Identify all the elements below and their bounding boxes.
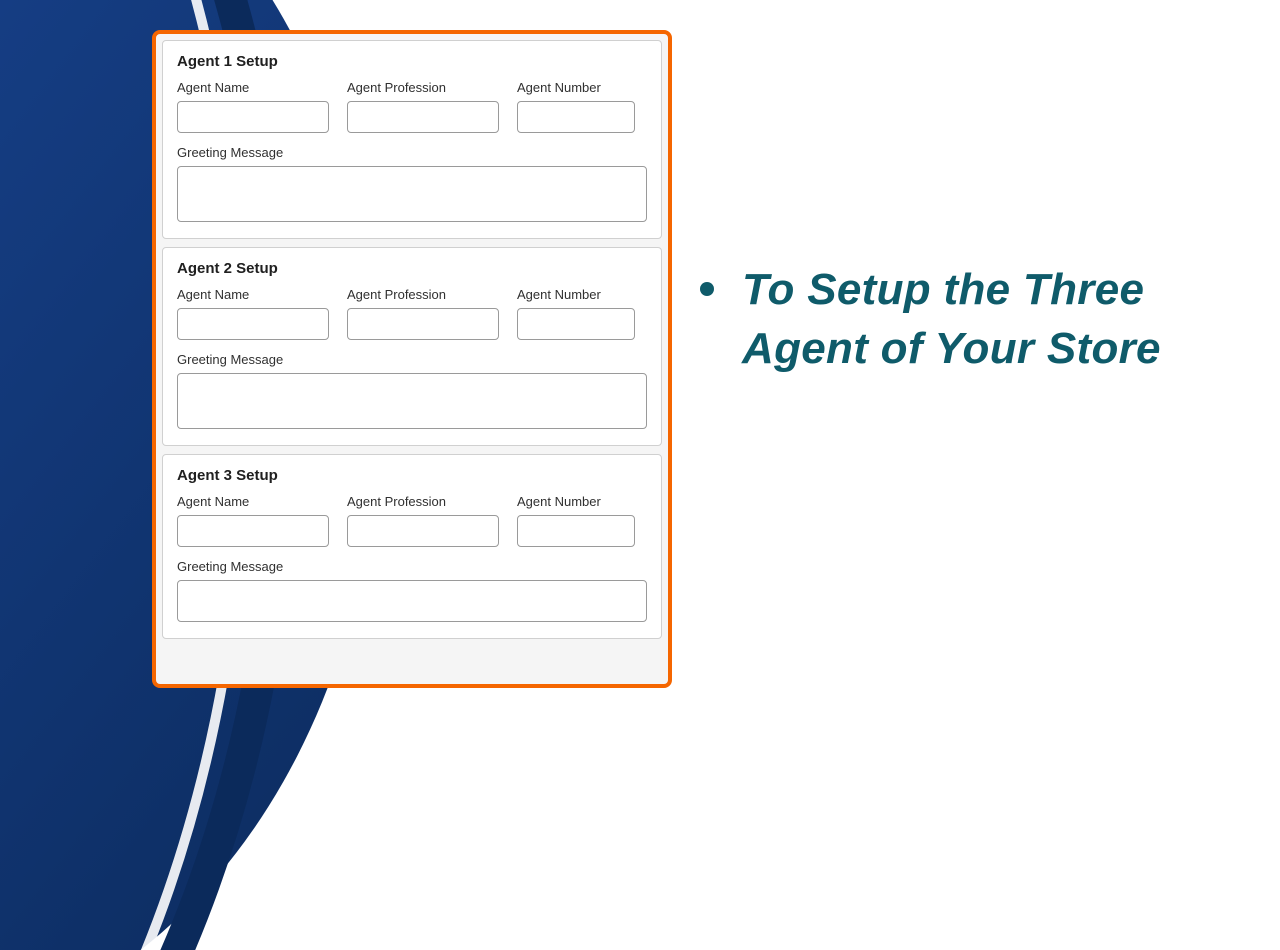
agent-1-greeting-label: Greeting Message — [177, 145, 647, 160]
agent-1-name-label: Agent Name — [177, 80, 329, 95]
agent-1-greeting-input[interactable] — [177, 166, 647, 222]
agent-1-title: Agent 1 Setup — [177, 53, 647, 70]
agent-3-card: Agent 3 Setup Agent Name Agent Professio… — [162, 454, 662, 639]
agent-2-name-input[interactable] — [177, 308, 329, 340]
agent-setup-panel: Agent 1 Setup Agent Name Agent Professio… — [152, 30, 672, 688]
agent-2-name-label: Agent Name — [177, 287, 329, 302]
side-bullet-text: To Setup the Three Agent of Your Store — [700, 260, 1270, 379]
agent-3-profession-input[interactable] — [347, 515, 499, 547]
agent-2-greeting-input[interactable] — [177, 373, 647, 429]
agent-3-profession-label: Agent Profession — [347, 494, 499, 509]
agent-1-card: Agent 1 Setup Agent Name Agent Professio… — [162, 40, 662, 239]
agent-1-profession-label: Agent Profession — [347, 80, 499, 95]
agent-1-number-input[interactable] — [517, 101, 635, 133]
side-headline: To Setup the Three Agent of Your Store — [700, 260, 1270, 379]
agent-1-number-label: Agent Number — [517, 80, 635, 95]
agent-2-profession-label: Agent Profession — [347, 287, 499, 302]
agent-3-greeting-label: Greeting Message — [177, 559, 647, 574]
agent-2-title: Agent 2 Setup — [177, 260, 647, 277]
agent-3-number-input[interactable] — [517, 515, 635, 547]
agent-2-profession-input[interactable] — [347, 308, 499, 340]
agent-1-profession-input[interactable] — [347, 101, 499, 133]
agent-2-number-input[interactable] — [517, 308, 635, 340]
agent-2-number-label: Agent Number — [517, 287, 635, 302]
agent-3-name-label: Agent Name — [177, 494, 329, 509]
agent-3-title: Agent 3 Setup — [177, 467, 647, 484]
agent-2-greeting-label: Greeting Message — [177, 352, 647, 367]
agent-2-card: Agent 2 Setup Agent Name Agent Professio… — [162, 247, 662, 446]
agent-1-name-input[interactable] — [177, 101, 329, 133]
agent-3-name-input[interactable] — [177, 515, 329, 547]
agent-3-greeting-input[interactable] — [177, 580, 647, 622]
agent-3-number-label: Agent Number — [517, 494, 635, 509]
